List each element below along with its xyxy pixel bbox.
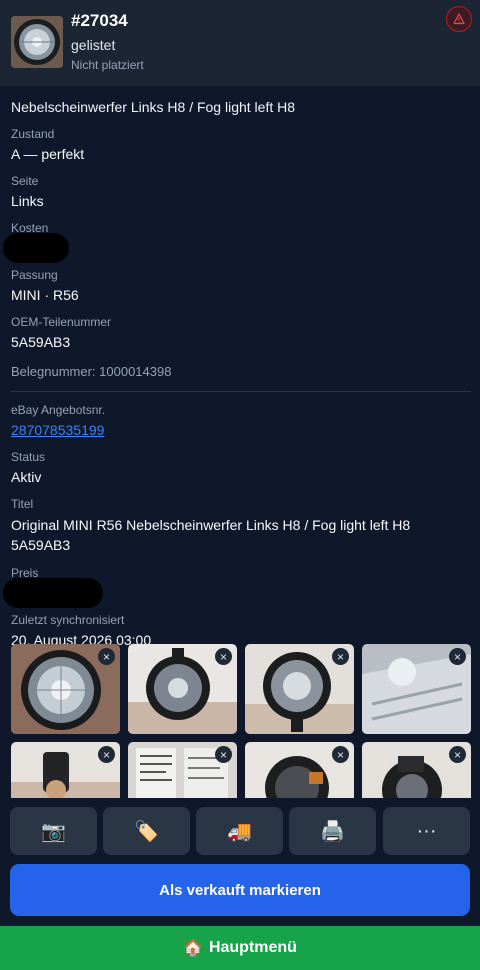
printer-icon: 🖨️ — [320, 820, 345, 843]
remove-photo-button[interactable]: × — [332, 746, 349, 763]
photo-tile[interactable]: × — [245, 644, 354, 734]
field-label: Kosten — [11, 221, 49, 235]
photo-tile[interactable]: × — [362, 644, 471, 734]
close-icon: × — [336, 747, 344, 762]
field-label: Zuletzt synchronisiert — [11, 613, 125, 627]
tag-button[interactable]: 🏷️ — [103, 807, 190, 855]
print-button[interactable]: 🖨️ — [289, 807, 376, 855]
home-icon: 🏠 — [183, 940, 203, 957]
main-menu-button[interactable]: 🏠 Hauptmenü — [0, 926, 480, 970]
field-passung: Passung MINI · R56 — [11, 268, 471, 304]
close-icon: × — [219, 747, 227, 762]
ebay-listing-link[interactable]: 287078535199 — [11, 421, 471, 439]
close-icon: × — [336, 649, 344, 664]
item-header: #27034 gelistet Nicht platziert — [0, 0, 480, 86]
field-value: 5A59AB3 — [11, 334, 71, 350]
field-ebay-status: Status Aktiv — [11, 450, 471, 486]
remove-photo-button[interactable]: × — [98, 746, 115, 763]
item-placement: Nicht platziert — [71, 58, 144, 72]
field-zustand: Zustand A — perfekt — [11, 127, 471, 163]
remove-photo-button[interactable]: × — [215, 746, 232, 763]
field-label: Titel — [11, 497, 34, 511]
remove-photo-button[interactable]: × — [449, 746, 466, 763]
camera-button[interactable]: 📷 — [10, 807, 97, 855]
item-status: gelistet — [71, 37, 116, 53]
field-label: OEM-Teilenummer — [11, 315, 112, 329]
warning-icon — [453, 13, 465, 25]
redacted-cost — [3, 233, 69, 263]
photo-tile[interactable]: × — [11, 644, 120, 734]
photo-gallery: × × × × × × × × — [11, 644, 471, 798]
close-icon: × — [453, 649, 461, 664]
shipping-button[interactable]: 🚚 — [196, 807, 283, 855]
photo-tile[interactable]: × — [128, 644, 237, 734]
field-value: Original MINI R56 Nebelscheinwerfer Link… — [11, 517, 411, 553]
field-value — [3, 233, 471, 263]
item-id: #27034 — [71, 11, 128, 30]
remove-photo-button[interactable]: × — [332, 648, 349, 665]
product-title: Nebelscheinwerfer Links H8 / Fog light l… — [11, 99, 296, 115]
remove-photo-button[interactable]: × — [449, 648, 466, 665]
field-ebay-id: eBay Angebotsnr. 287078535199 — [11, 403, 471, 439]
field-seite: Seite Links — [11, 174, 471, 210]
field-ebay-price: Preis — [3, 566, 471, 608]
more-button[interactable]: ··· — [383, 807, 470, 855]
fog-light-photo — [11, 16, 63, 68]
close-icon: × — [453, 747, 461, 762]
close-icon: × — [102, 747, 110, 762]
field-label: Status — [11, 450, 46, 464]
camera-icon: 📷 — [41, 820, 66, 843]
divider — [11, 391, 471, 392]
tag-icon: 🏷️ — [134, 820, 159, 843]
photo-tile[interactable]: × — [362, 742, 471, 798]
field-value: A — perfekt — [11, 146, 85, 162]
item-thumbnail[interactable] — [11, 16, 63, 68]
close-icon: × — [102, 649, 110, 664]
photo-tile[interactable]: × — [128, 742, 237, 798]
photo-tile[interactable]: × — [11, 742, 120, 798]
field-value — [3, 578, 471, 608]
photo-tile[interactable]: × — [245, 742, 354, 798]
more-icon: ··· — [416, 819, 437, 842]
mark-sold-button[interactable]: Als verkauft markieren — [10, 864, 470, 916]
remove-photo-button[interactable]: × — [215, 648, 232, 665]
close-icon: × — [219, 649, 227, 664]
field-value: Links — [11, 193, 44, 209]
field-kosten: Kosten — [3, 221, 471, 263]
item-details: Nebelscheinwerfer Links H8 / Fog light l… — [3, 98, 471, 649]
field-value: MINI · R56 — [11, 287, 79, 303]
receipt-number: Belegnummer: 1000014398 — [11, 364, 172, 379]
field-oem: OEM-Teilenummer 5A59AB3 — [11, 315, 471, 351]
redacted-price — [3, 578, 103, 608]
field-label: Passung — [11, 268, 58, 282]
field-value: Aktiv — [11, 469, 42, 485]
field-label: eBay Angebotsnr. — [11, 403, 106, 417]
main-menu-label: Hauptmenü — [208, 939, 297, 956]
field-ebay-title: Titel Original MINI R56 Nebelscheinwerfe… — [11, 497, 471, 555]
field-label: Zustand — [11, 127, 55, 141]
warning-button[interactable] — [446, 6, 472, 32]
truck-icon: 🚚 — [227, 820, 252, 843]
remove-photo-button[interactable]: × — [98, 648, 115, 665]
field-label: Seite — [11, 174, 39, 188]
